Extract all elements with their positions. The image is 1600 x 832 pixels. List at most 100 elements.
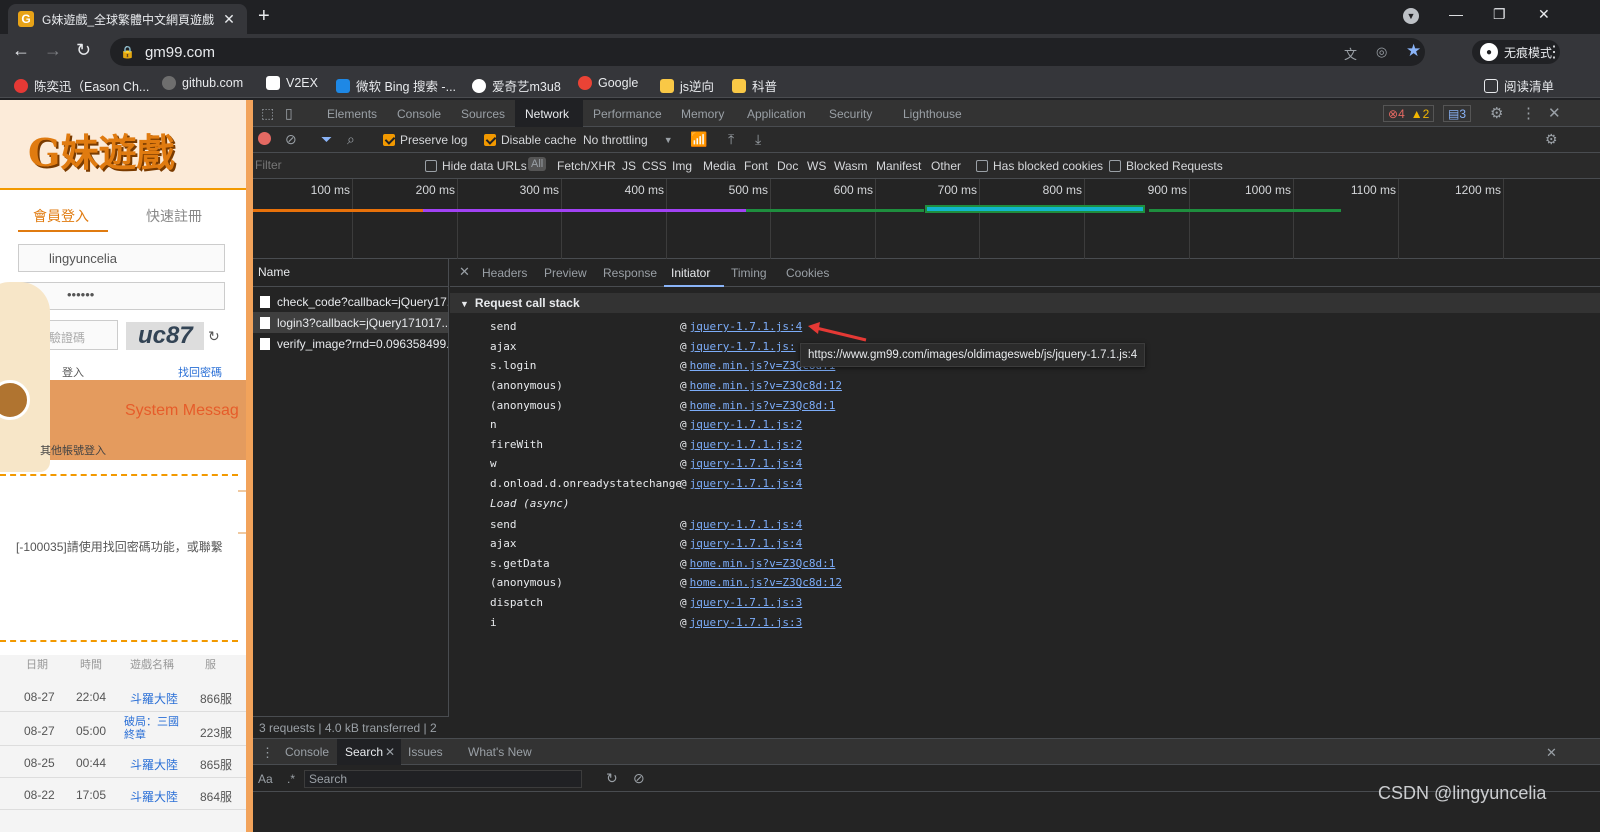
tab-headers[interactable]: Headers bbox=[482, 266, 527, 280]
filter-type[interactable]: Doc bbox=[777, 159, 798, 173]
close-search-tab-icon[interactable]: ✕ bbox=[385, 745, 395, 759]
filter-type-all[interactable]: All bbox=[528, 157, 547, 171]
regex-toggle[interactable]: .* bbox=[287, 772, 295, 786]
record-icon[interactable] bbox=[258, 132, 271, 145]
throttling-select[interactable]: No throttling ▼ bbox=[583, 133, 673, 147]
new-tab-icon[interactable]: + bbox=[258, 5, 270, 28]
filter-type[interactable]: Font bbox=[744, 159, 768, 173]
frame-source-link[interactable]: jquery-1.7.1.js:4 bbox=[690, 457, 803, 470]
frame-source-link[interactable]: home.min.js?v=Z3Qc8d:1 bbox=[690, 399, 836, 412]
devtools-close-icon[interactable]: ✕ bbox=[1548, 104, 1561, 122]
login-tab[interactable]: 會員登入 bbox=[33, 206, 89, 226]
translate-icon[interactable]: 文 bbox=[1344, 44, 1357, 63]
page-scrollbar[interactable] bbox=[246, 100, 253, 832]
restore-icon[interactable]: ❐ bbox=[1493, 6, 1506, 23]
game-link[interactable]: 斗羅大陸 bbox=[130, 788, 178, 805]
frame-source-link[interactable]: jquery-1.7.1.js:3 bbox=[690, 596, 803, 609]
forgot-password-link[interactable]: 找回密碼 bbox=[178, 364, 222, 380]
request-row[interactable]: check_code?callback=jQuery17... bbox=[253, 291, 448, 312]
frame-source-link[interactable]: jquery-1.7.1.js:4 bbox=[690, 477, 803, 490]
bookmark-item[interactable]: 爱奇艺m3u8 bbox=[472, 76, 561, 95]
tab-performance[interactable]: Performance bbox=[593, 107, 662, 121]
search-input[interactable]: Search bbox=[304, 770, 582, 788]
game-link[interactable]: 破局：三國終章 bbox=[124, 716, 184, 742]
disable-cache-checkbox[interactable]: Disable cache bbox=[484, 133, 576, 147]
drawer-tab-whats-new[interactable]: What's New bbox=[468, 745, 532, 759]
window-close-icon[interactable]: ✕ bbox=[1538, 6, 1550, 23]
tab-cookies[interactable]: Cookies bbox=[786, 266, 829, 280]
tab-initiator[interactable]: Initiator bbox=[671, 266, 710, 280]
filter-type[interactable]: WS bbox=[807, 159, 826, 173]
tab-preview[interactable]: Preview bbox=[544, 266, 587, 280]
filter-input[interactable]: Filter bbox=[255, 158, 282, 172]
download-icon[interactable]: ⤓ bbox=[755, 131, 761, 148]
reading-list[interactable]: 阅读清单 bbox=[1484, 76, 1554, 95]
bookmark-item[interactable]: github.com bbox=[162, 76, 243, 90]
blocked-cookies-checkbox[interactable]: Has blocked cookies bbox=[976, 159, 1103, 173]
network-settings-icon[interactable]: ⚙ bbox=[1545, 131, 1558, 148]
frame-source-link[interactable]: jquery-1.7.1.js:4 bbox=[690, 518, 803, 531]
hide-data-urls-checkbox[interactable]: Hide data URLs bbox=[425, 159, 527, 173]
match-case-toggle[interactable]: Aa bbox=[258, 772, 273, 786]
settings-gear-icon[interactable]: ⚙ bbox=[1490, 104, 1503, 122]
preserve-log-checkbox[interactable]: Preserve log bbox=[383, 133, 467, 147]
close-drawer-icon[interactable]: ✕ bbox=[1546, 745, 1557, 761]
filter-type[interactable]: Fetch/XHR bbox=[557, 159, 616, 173]
hide-icon[interactable]: ◎ bbox=[1376, 44, 1387, 60]
frame-source-link[interactable]: jquery-1.7.1.js:2 bbox=[690, 438, 803, 451]
bookmark-item[interactable]: V2EX bbox=[266, 76, 318, 90]
upload-icon[interactable]: ⤒ bbox=[728, 131, 734, 148]
tab-timing[interactable]: Timing bbox=[731, 266, 767, 280]
messages-counter[interactable]: ▤3 bbox=[1443, 105, 1472, 122]
filter-type[interactable]: Other bbox=[931, 159, 961, 173]
refresh-captcha-icon[interactable]: ↻ bbox=[208, 328, 220, 345]
reload-icon[interactable]: ↻ bbox=[76, 40, 91, 61]
bookmark-item[interactable]: 陈奕迅（Eason Ch... bbox=[14, 76, 149, 95]
blocked-requests-checkbox[interactable]: Blocked Requests bbox=[1109, 159, 1223, 173]
frame-source-link[interactable]: jquery-1.7.1.js: bbox=[690, 340, 796, 353]
tab-close-icon[interactable]: ✕ bbox=[221, 11, 237, 28]
bookmark-star-icon[interactable]: ★ bbox=[1406, 41, 1421, 61]
frame-source-link[interactable]: home.min.js?v=Z3Qc8d:12 bbox=[690, 379, 842, 392]
minimize-icon[interactable]: — bbox=[1449, 6, 1463, 22]
bookmark-item[interactable]: Google bbox=[578, 76, 638, 90]
close-detail-icon[interactable]: ✕ bbox=[459, 264, 470, 280]
forward-icon[interactable]: → bbox=[44, 40, 62, 61]
filter-type[interactable]: Img bbox=[672, 159, 692, 173]
device-toolbar-icon[interactable]: ▯ bbox=[285, 105, 293, 122]
frame-source-link[interactable]: jquery-1.7.1.js:3 bbox=[690, 616, 803, 629]
devtools-menu-icon[interactable]: ⋮ bbox=[1521, 104, 1536, 122]
tab-sources[interactable]: Sources bbox=[461, 107, 505, 121]
tab-lighthouse[interactable]: Lighthouse bbox=[903, 107, 962, 121]
request-row[interactable]: verify_image?rnd=0.096358499... bbox=[253, 333, 448, 354]
tab-network[interactable]: Network bbox=[525, 107, 569, 121]
drawer-tab-issues[interactable]: Issues bbox=[408, 745, 443, 759]
frame-source-link[interactable]: jquery-1.7.1.js:2 bbox=[690, 418, 803, 431]
bookmark-folder[interactable]: js逆向 bbox=[660, 76, 714, 95]
back-icon[interactable]: ← bbox=[12, 40, 30, 61]
register-tab[interactable]: 快速註冊 bbox=[146, 206, 202, 226]
bookmark-item[interactable]: 微软 Bing 搜索 -... bbox=[336, 76, 456, 95]
tab-console[interactable]: Console bbox=[397, 107, 441, 121]
filter-type[interactable]: Media bbox=[703, 159, 736, 173]
game-link[interactable]: 斗羅大陸 bbox=[130, 690, 178, 707]
tab-memory[interactable]: Memory bbox=[681, 107, 724, 121]
frame-source-link[interactable]: home.min.js?v=Z3Qc8d:1 bbox=[690, 557, 836, 570]
browser-tab[interactable]: G G妹遊戲_全球繁體中文網頁遊戲 ✕ bbox=[8, 4, 247, 34]
drawer-tab-console[interactable]: Console bbox=[285, 745, 329, 759]
filter-type[interactable]: JS bbox=[622, 159, 636, 173]
menu-icon[interactable]: ⋮ bbox=[1546, 42, 1562, 62]
bookmark-folder[interactable]: 科普 bbox=[732, 76, 777, 95]
network-conditions-icon[interactable]: 📶 bbox=[690, 131, 707, 148]
timeline-overview[interactable]: 100 ms 200 ms 300 ms 400 ms 500 ms 600 m… bbox=[253, 179, 1600, 259]
filter-type[interactable]: Wasm bbox=[834, 159, 868, 173]
inspect-icon[interactable]: ⬚ bbox=[261, 105, 274, 122]
clear-search-icon[interactable]: ⊘ bbox=[633, 770, 645, 787]
clear-icon[interactable]: ⊘ bbox=[285, 131, 297, 148]
tab-elements[interactable]: Elements bbox=[327, 107, 377, 121]
filter-type[interactable]: Manifest bbox=[876, 159, 921, 173]
game-link[interactable]: 斗羅大陸 bbox=[130, 756, 178, 773]
frame-source-link[interactable]: home.min.js?v=Z3Qc8d:12 bbox=[690, 576, 842, 589]
request-row[interactable]: login3?callback=jQuery171017... bbox=[253, 312, 448, 333]
search-icon[interactable]: ⌕ bbox=[347, 131, 355, 148]
